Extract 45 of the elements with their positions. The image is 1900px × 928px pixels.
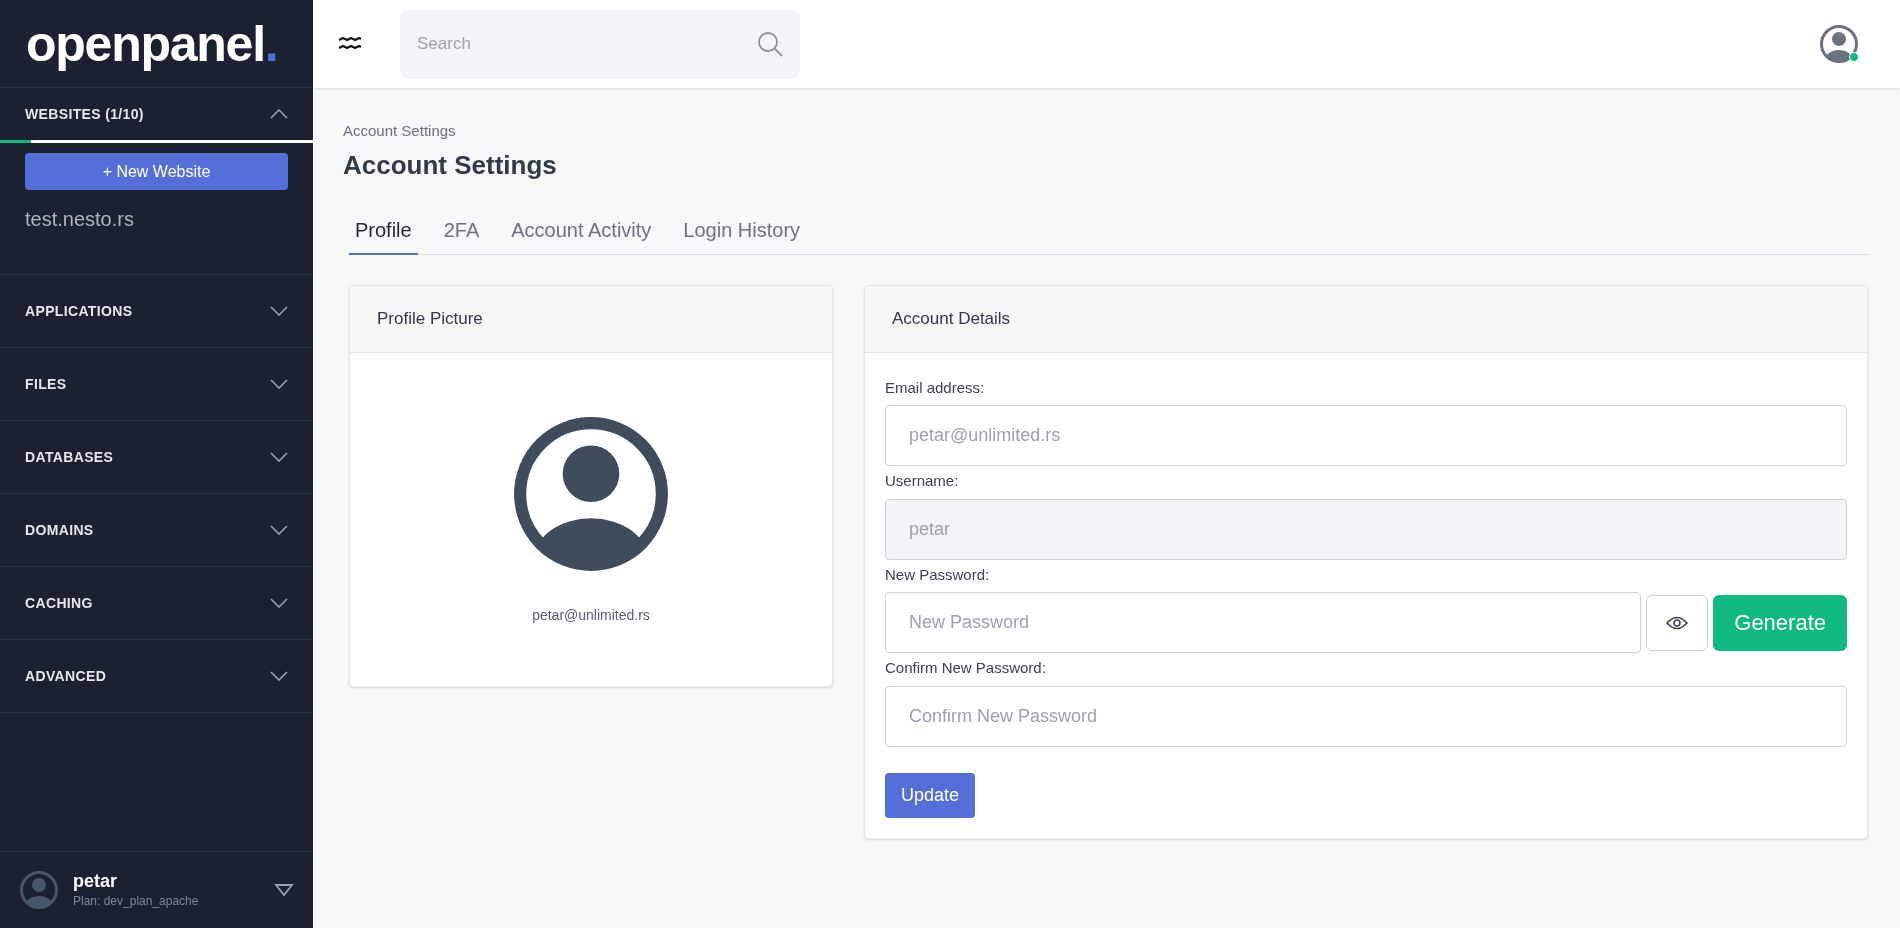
field-label: New Password: — [885, 564, 991, 585]
field-label: Confirm New Password: — [885, 658, 1047, 678]
tab[interactable]: Login History — [677, 214, 807, 254]
page-title: Account Settings — [343, 148, 558, 182]
input-field[interactable]: petar@unlimited.rs — [885, 405, 1847, 466]
websites-section-header[interactable]: WEBSITES (1/10) — [0, 88, 313, 140]
search-field[interactable]: Search — [400, 9, 800, 79]
menu-icon[interactable] — [338, 37, 362, 51]
sidebar-section-header[interactable]: DOMAINS — [0, 494, 313, 567]
update-button[interactable]: Update — [885, 772, 976, 818]
breadcrumb: Account Settings — [343, 121, 457, 141]
tab[interactable]: Account Activity — [505, 214, 658, 254]
chevron-down-icon — [270, 452, 288, 462]
user-name: petar — [73, 869, 118, 893]
caret-down-icon[interactable] — [274, 883, 294, 897]
input-field[interactable]: Confirm New Password — [885, 685, 1847, 747]
field-label: Username: — [885, 471, 960, 491]
chevron-up-icon — [270, 109, 288, 119]
eye-icon — [1666, 615, 1689, 630]
account-avatar[interactable] — [1819, 24, 1859, 64]
chevron-down-icon — [270, 598, 288, 608]
sidebar-section-header[interactable]: APPLICATIONS — [0, 275, 313, 348]
chevron-down-icon — [270, 671, 288, 681]
tab[interactable]: Profile — [349, 214, 418, 255]
card-title: Account Details — [892, 307, 1011, 330]
sidebar-section-header[interactable]: FILES — [0, 348, 313, 421]
chevron-down-icon — [270, 525, 288, 535]
website-link[interactable]: test.nesto.rs — [25, 204, 288, 234]
input-field[interactable]: New Password — [885, 592, 1642, 653]
show-password-button[interactable] — [1646, 594, 1709, 651]
account-avatar-icon — [1819, 24, 1859, 64]
card-title: Profile Picture — [377, 307, 483, 330]
sidebar-section-header[interactable]: CACHING — [0, 567, 313, 640]
chevron-down-icon — [270, 306, 288, 316]
profile-email: petar@unlimited.rs — [532, 605, 650, 625]
field-label: Email address: — [885, 377, 986, 398]
logo[interactable]: openpanel. — [26, 18, 278, 69]
user-avatar-icon — [19, 870, 59, 910]
tab[interactable]: 2FA — [437, 214, 486, 254]
sidebar-section-header[interactable]: ADVANCED — [0, 640, 313, 713]
sidebar-section-header[interactable]: DATABASES — [0, 421, 313, 494]
user-plan: Plan: dev_plan_apache — [73, 893, 200, 911]
search-icon[interactable] — [757, 30, 783, 57]
new-website-button[interactable]: + New Website — [25, 153, 288, 190]
chevron-down-icon — [270, 379, 288, 389]
